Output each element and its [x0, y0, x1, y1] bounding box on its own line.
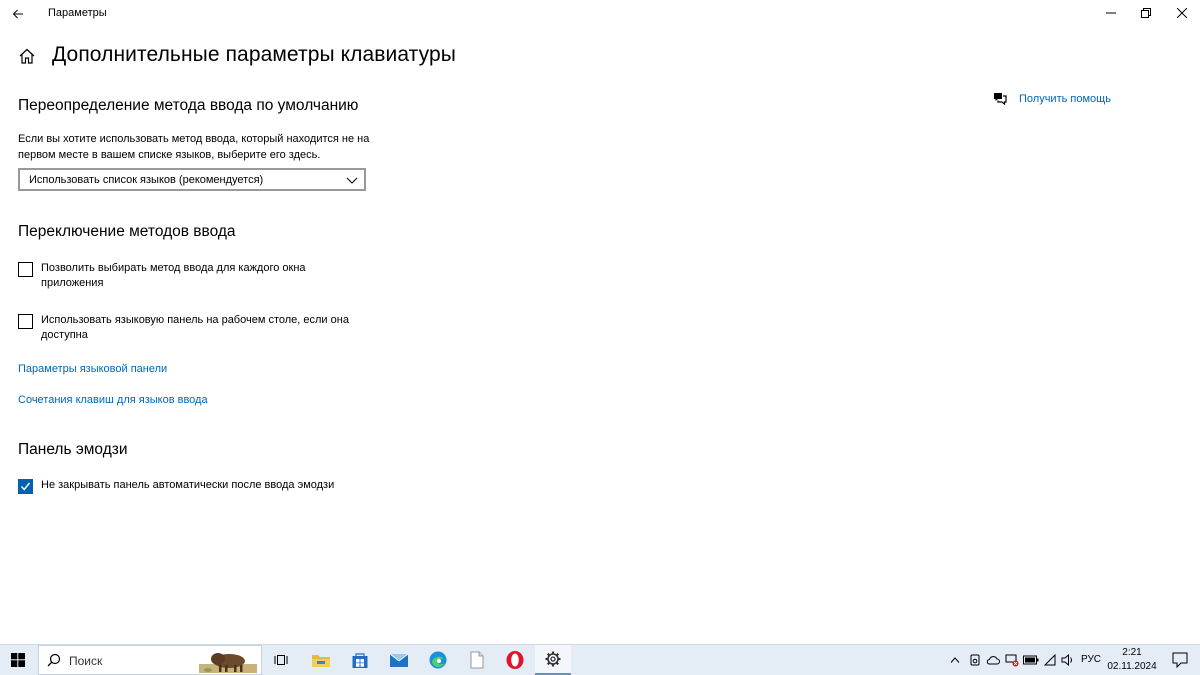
cloud-icon: [986, 656, 1000, 665]
dropdown-selected-value: Использовать список языков (рекомендуетс…: [29, 174, 264, 186]
mail-icon: [389, 653, 409, 667]
tray-meet-now-icon[interactable]: [984, 645, 1002, 675]
tray-wifi[interactable]: [1042, 645, 1058, 675]
clock-date[interactable]: 02.11.2024: [1106, 661, 1158, 672]
help-chat-icon[interactable]: [992, 91, 1008, 107]
file-explorer-icon: [312, 655, 330, 667]
tray-network-status[interactable]: [1003, 645, 1021, 675]
clock-time[interactable]: 2:21: [1112, 647, 1152, 658]
close-icon: [1177, 8, 1187, 18]
per-window-checkbox[interactable]: [18, 262, 33, 277]
search-icon: [47, 653, 61, 667]
start-button[interactable]: [0, 645, 36, 675]
taskbar-notepad[interactable]: [459, 645, 495, 675]
settings-icon: [545, 651, 561, 667]
taskbar-mail[interactable]: [381, 645, 417, 675]
checkbox-row-language-bar[interactable]: Использовать языковую панель на рабочем …: [18, 313, 361, 343]
page-title: Дополнительные параметры клавиатуры: [52, 43, 456, 66]
opera-icon: [506, 651, 524, 669]
taskbar-store[interactable]: [342, 645, 378, 675]
title-bar: Параметры: [0, 0, 1200, 28]
get-help-link[interactable]: Получить помощь: [1019, 93, 1111, 105]
section-title-switching: Переключение методов ввода: [18, 223, 236, 240]
override-description: Если вы хотите использовать метод ввода,…: [18, 133, 370, 161]
language-bar-checkbox[interactable]: [18, 314, 33, 329]
checkmark-icon: [20, 482, 31, 491]
language-bar-options-link[interactable]: Параметры языковой панели: [18, 363, 167, 375]
taskbar-settings[interactable]: [535, 645, 571, 675]
tray-overflow-button[interactable]: [946, 645, 964, 675]
home-icon[interactable]: [18, 47, 36, 65]
checkbox-row-per-window[interactable]: Позволить выбирать метод ввода для каждо…: [18, 261, 361, 291]
windows-logo-icon: [11, 653, 25, 667]
tray-volume[interactable]: [1060, 645, 1076, 675]
section-title-override: Переопределение метода ввода по умолчани…: [18, 97, 359, 114]
chevron-up-icon: [950, 657, 960, 663]
input-method-dropdown[interactable]: Использовать список языков (рекомендуетс…: [18, 168, 366, 191]
checkbox-label: Позволить выбирать метод ввода для каждо…: [41, 262, 306, 289]
notepad-icon: [470, 651, 484, 669]
settings-window: Параметры Дополнительные параметры клави…: [0, 0, 1200, 644]
section-title-emoji: Панель эмодзи: [18, 441, 128, 458]
back-button[interactable]: [8, 4, 28, 24]
store-icon: [352, 653, 368, 668]
tray-device-icon[interactable]: [966, 645, 984, 675]
task-view-button[interactable]: [264, 645, 300, 675]
device-icon: [970, 654, 980, 666]
search-highlight-bison-icon: [199, 653, 257, 673]
window-title: Параметры: [48, 7, 107, 19]
minimize-icon: [1106, 12, 1116, 14]
task-view-icon: [274, 655, 288, 665]
input-hotkeys-link[interactable]: Сочетания клавиш для языков ввода: [18, 394, 208, 406]
emoji-panel-checkbox[interactable]: [18, 479, 33, 494]
input-language-indicator[interactable]: РУС: [1081, 654, 1101, 665]
wifi-signal-icon: [1044, 654, 1056, 666]
network-error-icon: [1005, 654, 1019, 667]
restore-button[interactable]: [1126, 0, 1166, 26]
taskbar-edge[interactable]: [420, 645, 456, 675]
speaker-icon: [1061, 654, 1072, 666]
taskbar-opera[interactable]: [497, 645, 533, 675]
taskbar: Поиск РУС 2:21 02.11.2024: [0, 644, 1200, 675]
checkbox-label: Не закрывать панель автоматически после …: [41, 479, 335, 491]
notification-center-button[interactable]: [1170, 650, 1190, 670]
notification-icon: [1172, 652, 1188, 669]
minimize-button[interactable]: [1091, 0, 1131, 26]
back-arrow-icon: [12, 9, 23, 19]
search-placeholder: Поиск: [69, 654, 103, 668]
battery-icon: [1023, 655, 1039, 665]
restore-icon: [1141, 8, 1151, 18]
checkbox-label: Использовать языковую панель на рабочем …: [41, 314, 349, 341]
taskbar-search-box[interactable]: Поиск: [38, 645, 262, 675]
close-button[interactable]: [1162, 0, 1200, 26]
taskbar-file-explorer[interactable]: [303, 645, 339, 675]
edge-icon: [429, 651, 447, 669]
chevron-down-icon: [346, 177, 358, 184]
tray-battery[interactable]: [1021, 645, 1041, 675]
checkbox-row-emoji[interactable]: Не закрывать панель автоматически после …: [18, 478, 361, 494]
